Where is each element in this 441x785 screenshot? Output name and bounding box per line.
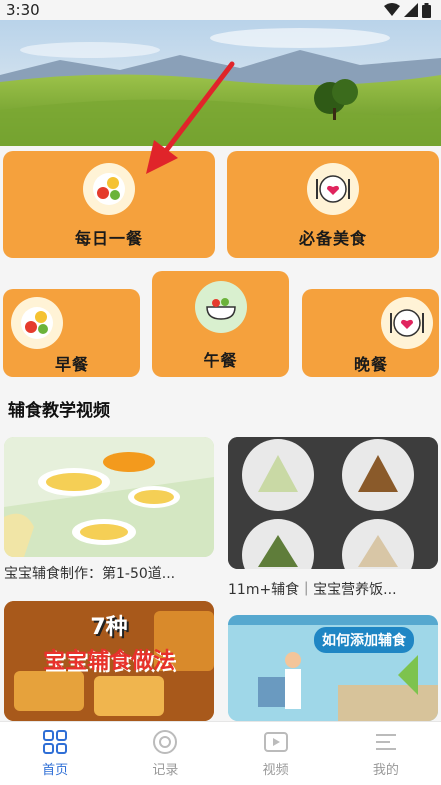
dinner-card[interactable]: 晚餐	[302, 289, 439, 377]
grid-icon	[43, 730, 68, 754]
tab-home[interactable]: 首页	[0, 722, 110, 785]
video-thumbnail: 7种 宝宝辅食做法	[4, 601, 214, 721]
video-item[interactable]: 宝宝辅食制作：第1-50道...	[4, 437, 214, 587]
meal-plate-icon	[83, 163, 135, 215]
tab-mine[interactable]: 我的	[331, 722, 441, 785]
lunch-card[interactable]: 午餐	[152, 271, 289, 377]
breakfast-card[interactable]: 早餐	[3, 289, 140, 377]
status-time: 3:30	[6, 1, 40, 19]
status-bar: 3:30	[0, 0, 441, 20]
bottom-tab-bar: 首页 记录 视频 我的	[0, 721, 441, 785]
video-caption: 11m+辅食｜宝宝营养饭...	[228, 582, 397, 597]
signal-icon	[404, 3, 418, 17]
tab-record[interactable]: 记录	[110, 722, 220, 785]
tab-mine-label: 我的	[372, 763, 399, 778]
record-circle-icon	[153, 730, 178, 754]
breakfast-plate-icon	[11, 297, 63, 349]
breakfast-label: 早餐	[55, 355, 90, 374]
must-food-label: 必备美食	[298, 229, 367, 248]
video-overlay-title: 宝宝辅食做法	[42, 649, 175, 674]
section-title: 辅食教学视频	[8, 401, 110, 421]
dinner-label: 晚餐	[354, 355, 389, 374]
play-icon	[263, 732, 288, 752]
menu-icon	[375, 734, 396, 750]
tab-record-label: 记录	[152, 763, 179, 778]
video-thumbnail	[228, 437, 438, 569]
video-thumbnail: 如何添加辅食	[228, 615, 438, 721]
video-overlay-count: 7种	[90, 615, 128, 640]
status-icons	[384, 2, 431, 18]
video-item[interactable]: 如何添加辅食	[228, 615, 438, 721]
dinner-plate-icon	[381, 297, 433, 349]
must-food-card[interactable]: 必备美食	[227, 151, 439, 258]
video-item[interactable]: 11m+辅食｜宝宝营养饭...	[228, 437, 438, 597]
heart-plate-icon	[307, 163, 359, 215]
tab-home-label: 首页	[42, 763, 69, 778]
video-item[interactable]: 7种 宝宝辅食做法	[4, 601, 214, 721]
bowl-icon	[194, 281, 247, 333]
video-overlay-title: 如何添加辅食	[314, 627, 414, 653]
video-caption: 宝宝辅食制作：第1-50道...	[4, 566, 176, 582]
daily-meal-label: 每日一餐	[74, 229, 143, 248]
pointer-arrow-icon	[146, 61, 235, 174]
video-thumbnail	[4, 437, 214, 557]
tab-video[interactable]: 视频	[221, 722, 331, 785]
lunch-label: 午餐	[203, 351, 238, 370]
tab-video-label: 视频	[262, 763, 289, 778]
battery-icon	[422, 2, 431, 18]
wifi-icon	[384, 3, 400, 16]
